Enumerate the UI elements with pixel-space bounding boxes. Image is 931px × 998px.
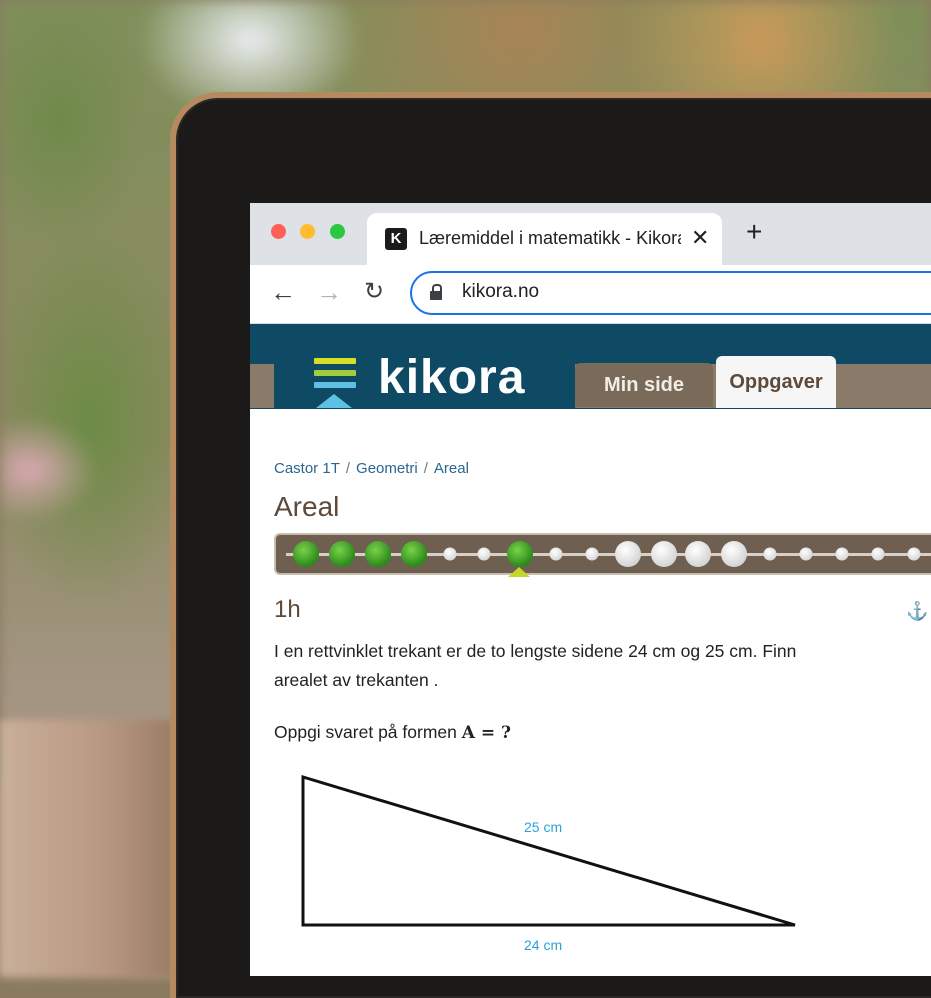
progress-bead-completed[interactable] xyxy=(329,541,355,567)
answer-hint-text: Oppgi svaret på formen xyxy=(274,722,462,742)
triangle-figure xyxy=(301,774,796,927)
progress-bead-completed[interactable] xyxy=(401,541,427,567)
task-progress-bar xyxy=(274,533,931,575)
progress-bead[interactable] xyxy=(721,541,747,567)
breadcrumb-link[interactable]: Castor 1T xyxy=(274,460,340,477)
progress-bead[interactable] xyxy=(685,541,711,567)
progress-bead[interactable] xyxy=(651,541,677,567)
plant-pot xyxy=(0,720,175,976)
breadcrumb-link[interactable]: Areal xyxy=(434,460,469,477)
progress-bead-completed[interactable] xyxy=(365,541,391,567)
breadcrumb: Castor 1T / Geometri / Areal xyxy=(274,460,469,477)
tab-oppgaver[interactable]: Oppgaver xyxy=(716,356,836,408)
tab-min-side[interactable]: Min side xyxy=(575,363,713,407)
question-line: arealet av trekanten . xyxy=(274,670,439,690)
anchor-icon[interactable]: ⚓ xyxy=(906,601,928,622)
answer-hint: Oppgi svaret på formen A = ? xyxy=(274,722,511,743)
progress-bead[interactable] xyxy=(477,547,491,561)
progress-bead[interactable] xyxy=(443,547,457,561)
progress-bead[interactable] xyxy=(835,547,849,561)
kikora-page: kikora Min side Oppgaver Castor 1T / Geome… xyxy=(250,203,931,976)
progress-bead[interactable] xyxy=(907,547,921,561)
question-line: I en rettvinklet trekant er de to lengst… xyxy=(274,641,797,661)
question-text: I en rettvinklet trekant er de to lengst… xyxy=(274,637,894,695)
progress-bead[interactable] xyxy=(615,541,641,567)
right-triangle xyxy=(301,774,796,927)
hypotenuse-label: 25 cm xyxy=(524,819,563,835)
progress-bead[interactable] xyxy=(799,547,813,561)
page-title: Areal xyxy=(274,491,340,522)
task-id: 1h xyxy=(274,596,301,623)
progress-bead[interactable] xyxy=(871,547,885,561)
progress-bead[interactable] xyxy=(585,547,599,561)
progress-bead-completed[interactable] xyxy=(293,541,319,567)
breadcrumb-link[interactable]: Geometri xyxy=(356,460,418,477)
progress-bead-current[interactable] xyxy=(507,541,533,567)
answer-form: A = ? xyxy=(461,723,511,743)
progress-bead[interactable] xyxy=(763,547,777,561)
base-label: 24 cm xyxy=(524,937,563,953)
progress-bead[interactable] xyxy=(549,547,563,561)
logo-text: kikora xyxy=(378,351,526,404)
current-task-marker-icon xyxy=(508,567,530,577)
